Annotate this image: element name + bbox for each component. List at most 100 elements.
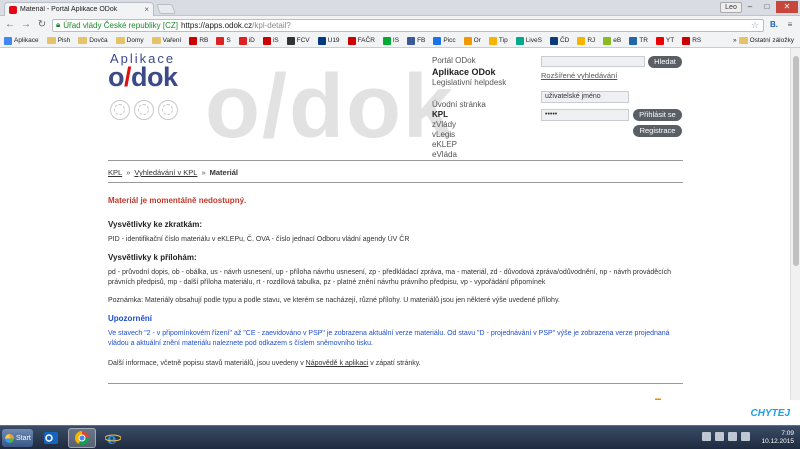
bookmark-item[interactable]: iS: [262, 36, 279, 45]
address-bar[interactable]: 🔒︎ Úřad vlády České republiky [CZ] https…: [52, 18, 764, 32]
clock[interactable]: 7:09 10.12.2015: [761, 430, 794, 446]
reload-button[interactable]: ↻: [36, 19, 48, 31]
site-favicon-icon: [262, 36, 271, 45]
footer-logo-play-icon[interactable]: [293, 398, 343, 400]
bookmark-item[interactable]: Tip: [488, 36, 508, 45]
menu-icon[interactable]: ≡: [784, 19, 796, 31]
site-favicon-icon: [603, 36, 612, 45]
footer-logo-dots-icon[interactable]: [170, 398, 220, 400]
extension-icon[interactable]: B.: [768, 19, 780, 31]
site-favicon-icon: [347, 36, 356, 45]
breadcrumb-search[interactable]: Vyhledávání v KPL: [134, 168, 197, 177]
back-button[interactable]: ←: [4, 19, 16, 31]
logo-text-big[interactable]: o/dok: [108, 62, 178, 93]
close-window-button[interactable]: ✕: [776, 1, 798, 13]
bookmark-item[interactable]: RJ: [577, 36, 595, 45]
profile-button[interactable]: Leo: [720, 2, 742, 13]
breadcrumb-current: Materiál: [209, 168, 238, 177]
advanced-search-link[interactable]: Rozšířené vyhledávání: [541, 71, 617, 80]
bookmark-item[interactable]: FAČR: [347, 36, 375, 45]
unavailable-warning: Materiál je momentálně nedostupný.: [108, 196, 247, 205]
bookmark-item[interactable]: IS: [382, 36, 399, 45]
tray-icon[interactable]: [715, 432, 724, 441]
register-button[interactable]: Registrace: [633, 125, 682, 137]
footer-logos: [108, 398, 683, 400]
folder-icon: [738, 37, 748, 44]
site-favicon-icon: [189, 36, 198, 45]
bookmark-item[interactable]: LiveS: [515, 36, 542, 45]
attachments-heading: Vysvětlivky k přílohám:: [108, 253, 197, 262]
bookmark-label: Dovča: [89, 37, 108, 44]
footer-logo-at-icon[interactable]: [348, 398, 398, 400]
bookmark-item[interactable]: Domy: [115, 37, 144, 44]
tray-icon[interactable]: [728, 432, 737, 441]
more-bookmarks-icon[interactable]: »: [733, 37, 737, 44]
scroll-thumb[interactable]: [793, 56, 799, 266]
bookmark-item[interactable]: ČD: [549, 36, 569, 45]
bookmark-item[interactable]: Pish: [46, 37, 70, 44]
bookmark-item[interactable]: FB: [407, 36, 425, 45]
bookmark-item[interactable]: RS: [682, 36, 701, 45]
help-link[interactable]: Nápovědě k aplikaci: [306, 360, 369, 367]
nav-item[interactable]: zVlády: [432, 120, 486, 130]
abbr-heading: Vysvětlivky ke zkratkám:: [108, 220, 202, 229]
page-scrollbar[interactable]: [790, 48, 800, 400]
start-button[interactable]: Start: [2, 429, 33, 447]
nav-item[interactable]: eVláda: [432, 150, 486, 160]
bookmark-item[interactable]: U19: [317, 36, 340, 45]
tray-icon[interactable]: [741, 432, 750, 441]
tray-icon[interactable]: [702, 432, 711, 441]
clock-time: 7:09: [781, 430, 794, 437]
site-favicon-icon: [4, 36, 12, 45]
bookmark-item[interactable]: RB: [189, 36, 208, 45]
logo-o: o: [108, 62, 125, 92]
forward-button[interactable]: →: [20, 19, 32, 31]
bookmark-item[interactable]: Dovča: [78, 37, 108, 44]
chrome-taskbar-button[interactable]: [68, 428, 96, 448]
outlook-taskbar-button[interactable]: [37, 428, 65, 448]
login-button[interactable]: Přihlásit se: [633, 109, 682, 121]
footer-logo-section-icon[interactable]: [108, 398, 158, 400]
footer-logo-bracket-icon[interactable]: [633, 398, 673, 400]
other-bookmarks[interactable]: » Ostatní záložky: [733, 37, 794, 44]
maximize-button[interactable]: □: [759, 1, 775, 13]
bookmark-item[interactable]: Picc: [433, 36, 456, 45]
breadcrumb-kpl[interactable]: KPL: [108, 168, 122, 177]
url-host: https://apps.odok.cz: [180, 20, 253, 30]
portal-name: Aplikace ODok: [432, 67, 496, 77]
nav-item[interactable]: KPL: [432, 110, 486, 120]
footer-logo-building-icon[interactable]: [228, 398, 278, 400]
minimize-button[interactable]: –: [742, 1, 758, 13]
tab-close-icon[interactable]: ×: [144, 5, 153, 14]
bookmark-star-icon[interactable]: ☆: [751, 20, 759, 31]
bookmark-item[interactable]: Aplikace: [4, 36, 39, 45]
notice-text: Ve stavech "2 - v připomínkovém řízení" …: [108, 330, 670, 347]
new-tab-button[interactable]: [156, 4, 176, 14]
favicon-icon: [9, 5, 17, 14]
nav-item[interactable]: vLegis: [432, 130, 486, 140]
password-input[interactable]: •••••: [541, 109, 629, 121]
username-input[interactable]: uživatelské jméno: [541, 91, 629, 103]
internet-explorer-icon: e: [105, 430, 121, 446]
bookmark-item[interactable]: eB: [603, 36, 621, 45]
main-nav: Úvodní stránka KPL zVlády vLegis eKLEP eVláda: [432, 100, 486, 160]
ev-certificate-name: Úřad vlády České republiky [CZ]: [63, 20, 178, 30]
breadcrumb-sep: »: [126, 168, 131, 177]
divider: [108, 160, 683, 161]
search-input[interactable]: [541, 56, 645, 67]
browser-tab[interactable]: Materiál - Portál Aplikace ODok ×: [4, 2, 154, 16]
bookmark-item[interactable]: FCV: [286, 36, 310, 45]
bookmark-item[interactable]: Vaření: [151, 37, 181, 44]
bookmark-item[interactable]: TR: [629, 36, 648, 45]
bookmark-item[interactable]: S: [216, 36, 231, 45]
nav-item[interactable]: eKLEP: [432, 140, 486, 150]
site-favicon-icon: [317, 36, 326, 45]
bookmark-item[interactable]: YT: [655, 36, 674, 45]
os-taskbar: Start e 7:09 10.12.2015: [0, 425, 800, 449]
ie-taskbar-button[interactable]: e: [99, 428, 127, 448]
bookmark-label: Picc: [443, 37, 456, 44]
bookmark-item[interactable]: iD: [238, 36, 255, 45]
search-button[interactable]: Hledat: [648, 56, 682, 68]
bookmark-item[interactable]: Or: [463, 36, 481, 45]
nav-item[interactable]: Úvodní stránka: [432, 100, 486, 110]
